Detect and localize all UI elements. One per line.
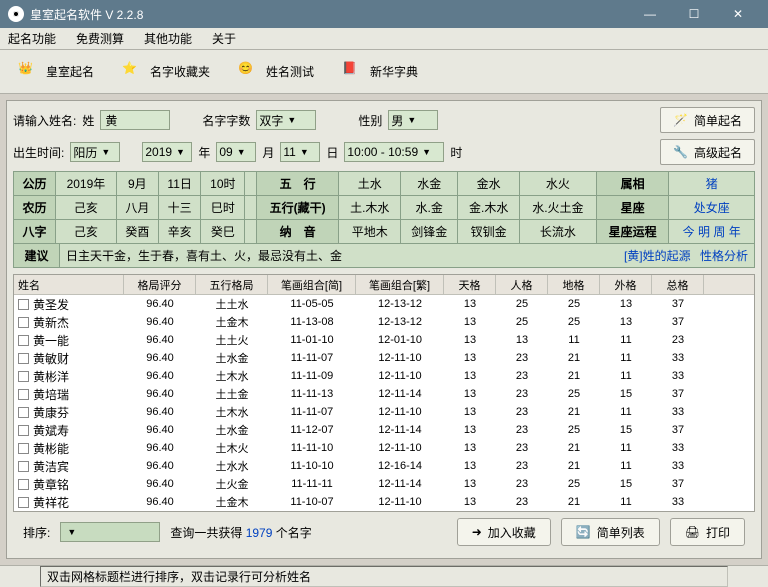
printer-icon: 🖨 [685, 525, 700, 539]
col-header[interactable]: 姓名 [14, 275, 124, 294]
col-header[interactable]: 笔画组合[繁] [356, 275, 444, 294]
day-select[interactable]: 11▼ [280, 142, 320, 162]
table-body: 黄圣发96.40土土水11-05-0512-13-121325251337黄新杰… [14, 295, 754, 511]
row-checkbox[interactable] [18, 353, 29, 364]
table-row[interactable]: 黄章铭96.40土火金11-11-1112-11-141323251537 [14, 475, 754, 493]
table-row[interactable]: 黄祥花96.40土金木11-10-0712-11-101323211133 [14, 493, 754, 511]
minimize-button[interactable]: — [628, 0, 672, 28]
col-header[interactable]: 外格 [600, 275, 652, 294]
book-icon: 📕 [342, 61, 364, 83]
label-chars: 名字字数 [202, 112, 250, 129]
print-button[interactable]: 🖨打印 [670, 518, 745, 546]
label-xing: 姓 [82, 112, 94, 129]
col-header[interactable]: 五行格局 [196, 275, 268, 294]
add-favorite-button[interactable]: ➜加入收藏 [457, 518, 551, 546]
table-row[interactable]: 黄新杰96.40土金木11-13-0812-13-121325251337 [14, 313, 754, 331]
label-birthtime: 出生时间: [13, 144, 64, 161]
col-header[interactable]: 天格 [444, 275, 496, 294]
row-checkbox[interactable] [18, 335, 29, 346]
row-checkbox[interactable] [18, 407, 29, 418]
calendar-select[interactable]: 阳历▼ [70, 142, 120, 162]
app-icon [8, 6, 24, 22]
info-grid: 公历2019年9月11日10时五 行土水水金金水水火属相猪农历己亥八月十三巳时五… [13, 171, 755, 244]
year-select[interactable]: 2019▼ [142, 142, 192, 162]
sort-select[interactable]: ▼ [60, 522, 160, 542]
tool-favorites[interactable]: ⭐名字收藏夹 [122, 61, 210, 83]
char-count-select[interactable]: 双字▼ [256, 110, 316, 130]
table-row[interactable]: 黄一能96.40土土火11-01-1012-01-101313111123 [14, 331, 754, 349]
arrow-icon: ➜ [472, 525, 482, 539]
month-select[interactable]: 09▼ [216, 142, 256, 162]
table-row[interactable]: 黄彬洋96.40土木水11-11-0912-11-101323211133 [14, 367, 754, 385]
table-row[interactable]: 黄圣发96.40土土水11-05-0512-13-121325251337 [14, 295, 754, 313]
col-header[interactable]: 地格 [548, 275, 600, 294]
row-checkbox[interactable] [18, 461, 29, 472]
col-header[interactable]: 总格 [652, 275, 704, 294]
tool-name-test[interactable]: 😊姓名测试 [238, 61, 314, 83]
tool-royal-naming[interactable]: 👑皇室起名 [18, 61, 94, 83]
gear-icon: 🔧 [673, 145, 688, 159]
row-checkbox[interactable] [18, 317, 29, 328]
result-text: 查询一共获得 1979 个名字 [170, 524, 311, 541]
refresh-icon: 🔄 [576, 525, 591, 539]
link-personality[interactable]: 性格分析 [700, 249, 748, 263]
row-checkbox[interactable] [18, 389, 29, 400]
window-title: 皇室起名软件 V 2.2.8 [30, 6, 628, 23]
row-checkbox[interactable] [18, 497, 29, 508]
surname-input[interactable] [100, 110, 170, 130]
suggest-head: 建议 [14, 244, 60, 267]
time-select[interactable]: 10:00 - 10:59▼ [344, 142, 444, 162]
table-row[interactable]: 黄敏财96.40土水金11-11-0712-11-101323211133 [14, 349, 754, 367]
row-checkbox[interactable] [18, 443, 29, 454]
wand-icon: 🪄 [673, 113, 688, 127]
col-header[interactable]: 格局评分 [124, 275, 196, 294]
suggest-text: 日主天干金，生于春，喜有土、火，最忌没有土、金 [60, 247, 612, 264]
row-checkbox[interactable] [18, 371, 29, 382]
maximize-button[interactable]: ☐ [672, 0, 716, 28]
simple-naming-button[interactable]: 🪄简单起名 [660, 107, 755, 133]
label-input-surname: 请输入姓名: [13, 112, 76, 129]
sex-select[interactable]: 男▼ [388, 110, 438, 130]
col-header[interactable]: 人格 [496, 275, 548, 294]
row-checkbox[interactable] [18, 299, 29, 310]
face-icon: 😊 [238, 61, 260, 83]
col-header[interactable]: 笔画组合[简] [268, 275, 356, 294]
menu-bar: 起名功能 免费测算 其他功能 关于 [0, 28, 768, 50]
menu-freecalc[interactable]: 免费测算 [72, 28, 128, 49]
table-row[interactable]: 黄彬能96.40土木火11-11-1012-11-101323211133 [14, 439, 754, 457]
menu-about[interactable]: 关于 [208, 28, 240, 49]
label-sex: 性别 [358, 112, 382, 129]
table-row[interactable]: 黄斌寿96.40土水金11-12-0712-11-141323251537 [14, 421, 754, 439]
simple-list-button[interactable]: 🔄简单列表 [561, 518, 660, 546]
status-bar: 双击网格标题栏进行排序，双击记录行可分析姓名 [0, 565, 768, 587]
toolbar: 👑皇室起名 ⭐名字收藏夹 😊姓名测试 📕新华字典 [0, 50, 768, 94]
row-checkbox[interactable] [18, 479, 29, 490]
table-row[interactable]: 黄洁宾96.40土水水11-10-1012-16-141323211133 [14, 457, 754, 475]
row-checkbox[interactable] [18, 425, 29, 436]
close-button[interactable]: ✕ [716, 0, 760, 28]
star-icon: ⭐ [122, 61, 144, 83]
table-row[interactable]: 黄康芬96.40土木水11-11-0712-11-101323211133 [14, 403, 754, 421]
tool-dictionary[interactable]: 📕新华字典 [342, 61, 418, 83]
sort-label: 排序: [23, 524, 50, 541]
table-row[interactable]: 黄培瑞96.40土土金11-11-1312-11-141323251537 [14, 385, 754, 403]
menu-other[interactable]: 其他功能 [140, 28, 196, 49]
menu-naming[interactable]: 起名功能 [4, 28, 60, 49]
advanced-naming-button[interactable]: 🔧高级起名 [660, 139, 755, 165]
table-header[interactable]: 姓名格局评分五行格局笔画组合[简]笔画组合[繁]天格人格地格外格总格 [14, 275, 754, 295]
crown-icon: 👑 [18, 61, 40, 83]
link-surname-origin[interactable]: [黄]姓的起源 [624, 249, 691, 263]
